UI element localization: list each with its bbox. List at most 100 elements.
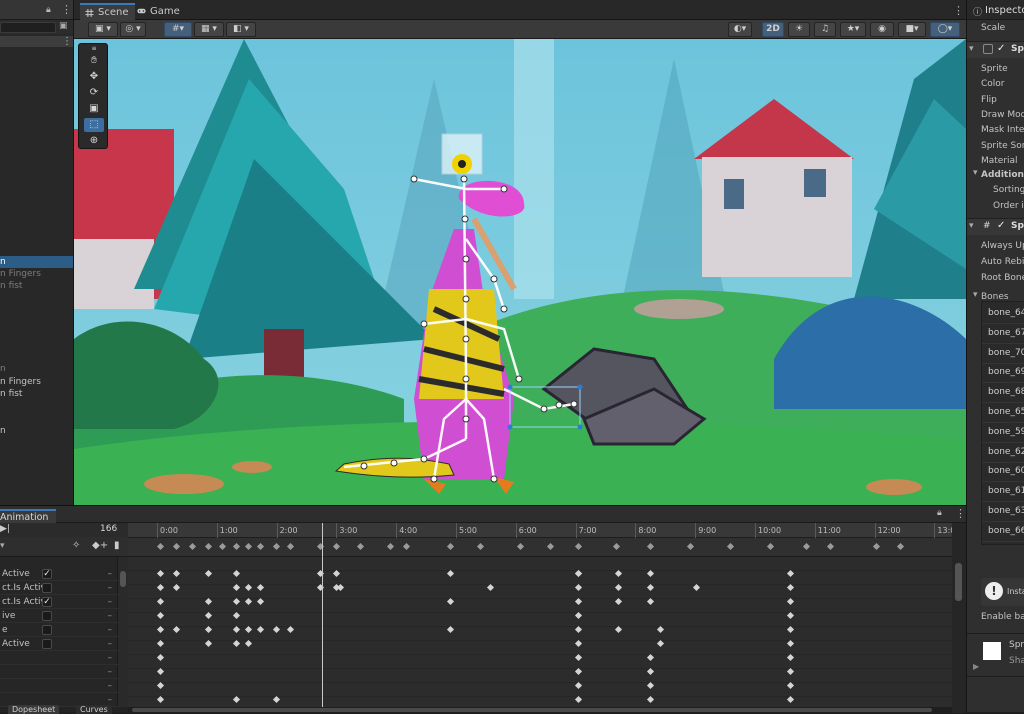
bone-list-item[interactable]: bone_65 — [988, 403, 1024, 422]
property-toggle-checkbox[interactable] — [42, 583, 52, 593]
clip-dropdown-arrow-icon[interactable]: ▾ — [0, 541, 5, 551]
summary-keyframe[interactable] — [546, 542, 555, 551]
dopesheet-scroll-thumb[interactable] — [955, 563, 962, 601]
property-toggle-checkbox[interactable] — [42, 611, 52, 621]
timeline-ruler[interactable]: 0:00 1:00 2:00 3:00 4:00 5:00 6:00 7:00 8:00 9:00… — [128, 523, 960, 538]
expand-arrow-icon[interactable]: ▾ — [969, 221, 974, 231]
summary-keyframe[interactable] — [156, 542, 165, 551]
summary-keyframe[interactable] — [172, 542, 181, 551]
sprite-skin-header[interactable]: ▾ # ✓ Spr — [967, 218, 1024, 235]
add-key-icon[interactable]: ◆+ — [92, 540, 108, 551]
lock-icon[interactable]: 🔒︎ — [937, 508, 942, 518]
remove-property-icon[interactable]: – — [108, 609, 113, 623]
scroll-thumb[interactable] — [120, 571, 126, 587]
bone-list-item[interactable]: bone_64 — [988, 304, 1024, 323]
menu-icon[interactable]: ⋮ — [61, 3, 72, 16]
sprite-renderer-header[interactable]: ▾ ✓ Spr — [967, 41, 1024, 58]
hierarchy-search-input[interactable] — [0, 22, 56, 33]
property-toggle-checkbox[interactable] — [42, 625, 52, 635]
summary-keyframe[interactable] — [476, 542, 485, 551]
summary-keyframe[interactable] — [802, 542, 811, 551]
hierarchy-item[interactable]: n — [0, 256, 73, 268]
summary-keyframe[interactable] — [188, 542, 197, 551]
playhead[interactable] — [322, 523, 323, 707]
global-dropdown[interactable]: ◎ ▾ — [120, 22, 146, 37]
menu-icon[interactable]: ⋮ — [955, 507, 966, 520]
move-tool-icon[interactable]: ✥ — [84, 70, 104, 84]
toggle-2d-button[interactable]: 2D — [762, 22, 784, 37]
scene-viewport[interactable] — [74, 39, 966, 505]
summary-keyframe[interactable] — [332, 542, 341, 551]
tab-animation[interactable]: Animation — [0, 509, 57, 523]
dopesheet-scrollbar[interactable] — [952, 523, 966, 713]
frame-field[interactable]: 166 — [100, 524, 117, 534]
summary-keyframe[interactable] — [256, 542, 265, 551]
summary-keyframe[interactable] — [386, 542, 395, 551]
rotate-tool-icon[interactable]: ⟳ — [84, 86, 104, 100]
bone-list-item[interactable]: bone_66 — [988, 522, 1024, 541]
property-row[interactable]: e – — [0, 623, 118, 637]
hierarchy-item[interactable]: n fist — [0, 388, 22, 400]
bone-list-item[interactable]: bone_69 — [988, 363, 1024, 382]
hierarchy-item[interactable]: n — [0, 363, 6, 375]
rect-tool-icon[interactable]: ⬚ — [84, 118, 104, 132]
bone-list-item[interactable]: bone_59 — [988, 423, 1024, 442]
drag-handle-icon[interactable]: ≡ — [84, 46, 104, 52]
remove-property-icon[interactable]: – — [108, 623, 113, 637]
visibility-toggle[interactable]: ◉ — [870, 22, 894, 37]
lighting-toggle[interactable]: ☀ — [788, 22, 810, 37]
timeline-hscrollbar[interactable] — [128, 707, 952, 713]
next-key-icon[interactable]: ▶| — [0, 524, 10, 534]
hscroll-thumb[interactable] — [132, 708, 932, 712]
property-row[interactable]: ive – — [0, 609, 118, 623]
property-row[interactable]: – — [0, 679, 118, 693]
summary-keyframe[interactable] — [686, 542, 695, 551]
expand-arrow-icon[interactable]: ▾ — [973, 168, 978, 178]
bone-list-item[interactable]: bone_60 — [988, 462, 1024, 481]
hierarchy-item[interactable]: n Fingers — [0, 376, 41, 388]
property-scrollbar[interactable] — [118, 557, 128, 707]
hand-tool-icon[interactable]: ✋︎ — [84, 54, 104, 68]
scene-menu-icon[interactable]: ⋮ — [953, 4, 964, 17]
summary-keyframe[interactable] — [446, 542, 455, 551]
transform-tool-icon[interactable]: ⊕ — [84, 134, 104, 148]
dopesheet-grid[interactable] — [128, 557, 952, 707]
bone-list-item[interactable]: bone_61 — [988, 482, 1024, 501]
remove-property-icon[interactable]: – — [108, 679, 113, 693]
gizmos-dropdown[interactable]: ◯▾ — [930, 22, 960, 37]
lock-icon[interactable]: 🔒︎ — [46, 5, 51, 15]
summary-keyframe[interactable] — [286, 542, 295, 551]
grid-snap-dropdown[interactable]: #▾ — [164, 22, 192, 37]
property-row[interactable]: Active – — [0, 637, 118, 651]
property-row[interactable]: ct.Is Activ ✓ – — [0, 595, 118, 609]
summary-keyframe[interactable] — [826, 542, 835, 551]
effects-dropdown[interactable]: ★▾ — [840, 22, 866, 37]
summary-keyframe[interactable] — [204, 542, 213, 551]
inspector-title[interactable]: Inspector — [985, 5, 1024, 16]
filter-key-icon[interactable]: ✧ — [72, 540, 80, 551]
enabled-checkbox[interactable]: ✓ — [997, 43, 1005, 54]
audio-toggle[interactable]: ♫ — [814, 22, 836, 37]
property-row[interactable]: – — [0, 665, 118, 679]
property-toggle-checkbox[interactable]: ✓ — [42, 569, 52, 579]
hierarchy-scene-row[interactable]: ⋮ — [0, 36, 73, 47]
summary-keyframe[interactable] — [872, 542, 881, 551]
expand-arrow-icon[interactable]: ▾ — [969, 44, 974, 54]
summary-keyframe[interactable] — [244, 542, 253, 551]
property-toggle-checkbox[interactable]: ✓ — [42, 597, 52, 607]
shading-dropdown[interactable]: ◐▾ — [728, 22, 752, 37]
summary-keyframe[interactable] — [612, 542, 621, 551]
hierarchy-item[interactable]: n Fingers — [0, 268, 41, 280]
remove-property-icon[interactable]: – — [108, 567, 113, 581]
preview-expand-icon[interactable]: ▶ — [973, 662, 979, 671]
bone-list-item[interactable]: bone_68 — [988, 383, 1024, 402]
search-options-icon[interactable]: ▣ — [59, 21, 68, 31]
summary-keyframe[interactable] — [232, 542, 241, 551]
camera-dropdown[interactable]: ■▾ — [898, 22, 926, 37]
property-row[interactable]: – — [0, 651, 118, 665]
hierarchy-item[interactable]: n fist — [0, 280, 22, 292]
enabled-checkbox[interactable]: ✓ — [997, 220, 1005, 231]
tab-dopesheet[interactable]: Dopesheet — [8, 705, 60, 714]
summary-keyframe[interactable] — [218, 542, 227, 551]
row-menu-icon[interactable]: ⋮ — [62, 36, 72, 47]
